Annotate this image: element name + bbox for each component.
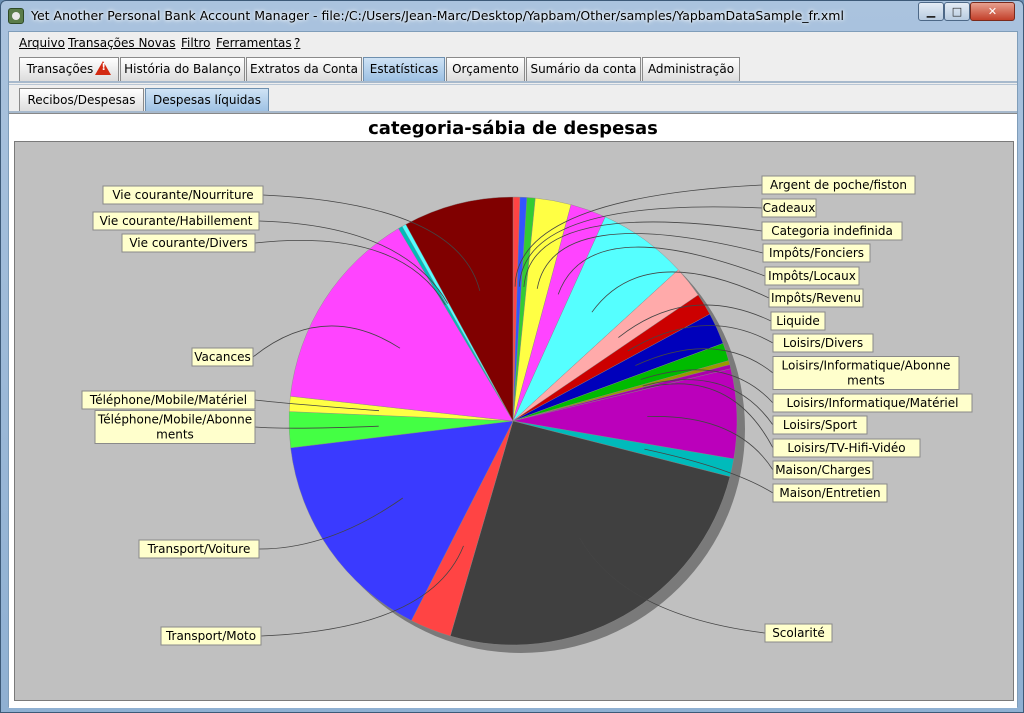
slice-label: Transport/Voiture [147,542,251,556]
application-window: Yet Another Personal Bank Account Manage… [0,0,1024,713]
slice-label: Téléphone/Mobile/Matériel [89,393,247,407]
slice-label: Vie courante/Habillement [100,214,253,228]
tab-estatisticas[interactable]: Estatísticas [363,57,445,81]
client-area: Arquivo Transações Novas Filtro Ferramen… [8,31,1018,708]
slice-label: Loisirs/Divers [783,336,863,350]
chart-panel: categoria-sábia de despesas Argent de po… [9,113,1017,708]
slice-label: Vie courante/Nourriture [112,188,253,202]
slice-label: Liquide [776,314,820,328]
app-icon [8,8,24,24]
menu-help[interactable]: ? [294,36,300,50]
chart-title: categoria-sábia de despesas [368,118,658,139]
main-tab-strip: Transações História do Balanço Extratos … [9,56,1017,83]
warning-icon [95,61,112,75]
menu-arquivo[interactable]: Arquivo [19,36,65,50]
subtab-despesas-liquidas[interactable]: Despesas líquidas [145,88,269,112]
slice-label: Argent de poche/fiston [770,178,907,192]
close-button[interactable]: ✕ [970,2,1015,21]
menu-transacoes-novas[interactable]: Transações Novas [68,36,175,50]
tab-sumario-da-conta[interactable]: Sumário da conta [526,57,641,81]
menu-filtro[interactable]: Filtro [181,36,210,50]
tab-extratos-da-conta[interactable]: Extratos da Conta [246,57,362,81]
slice-label: Impôts/Locaux [768,269,856,283]
slice-label: Scolarité [772,626,825,640]
slice-label: Maison/Entretien [779,486,880,500]
maximize-button[interactable]: □ [944,2,970,21]
tab-historia-do-balanco[interactable]: História do Balanço [120,57,245,81]
slice-label: Categoria indefinida [771,224,893,238]
slice-label: Cadeaux [763,201,816,215]
minimize-button[interactable]: ▁ [918,2,944,21]
slice-label: Loisirs/TV-Hifi-Vidéo [787,441,905,455]
sub-tab-strip: Recibos/Despesas Despesas líquidas [9,84,1017,112]
slice-label: Loisirs/Sport [783,418,857,432]
slice-label: Loisirs/Informatique/Matériel [787,396,959,410]
window-title: Yet Another Personal Bank Account Manage… [31,8,844,23]
menu-bar: Arquivo Transações Novas Filtro Ferramen… [9,32,1017,54]
menu-ferramentas[interactable]: Ferramentas [216,36,292,50]
pie-slices [288,196,738,646]
slice-label: Impôts/Fonciers [769,246,864,260]
slice-label: Vacances [194,350,250,364]
subtab-recibos-despesas[interactable]: Recibos/Despesas [19,88,144,112]
pie-chart: Argent de poche/fiston Cadeaux Categoria i… [81,175,973,653]
plot-area: Argent de poche/fiston Cadeaux Categoria i… [14,141,1014,701]
title-bar[interactable]: Yet Another Personal Bank Account Manage… [1,1,1023,31]
slice-label: Maison/Charges [775,463,871,477]
tab-administracao[interactable]: Administração [642,57,740,81]
slice-label: Vie courante/Divers [129,236,247,250]
tab-transacoes[interactable]: Transações [19,57,119,81]
slice-label: Transport/Moto [165,629,256,643]
slice-label: Impôts/Revenu [771,291,861,305]
tab-label: Transações [26,62,94,76]
tab-orcamento[interactable]: Orçamento [446,57,525,81]
tab-strip-divider [9,81,1017,83]
